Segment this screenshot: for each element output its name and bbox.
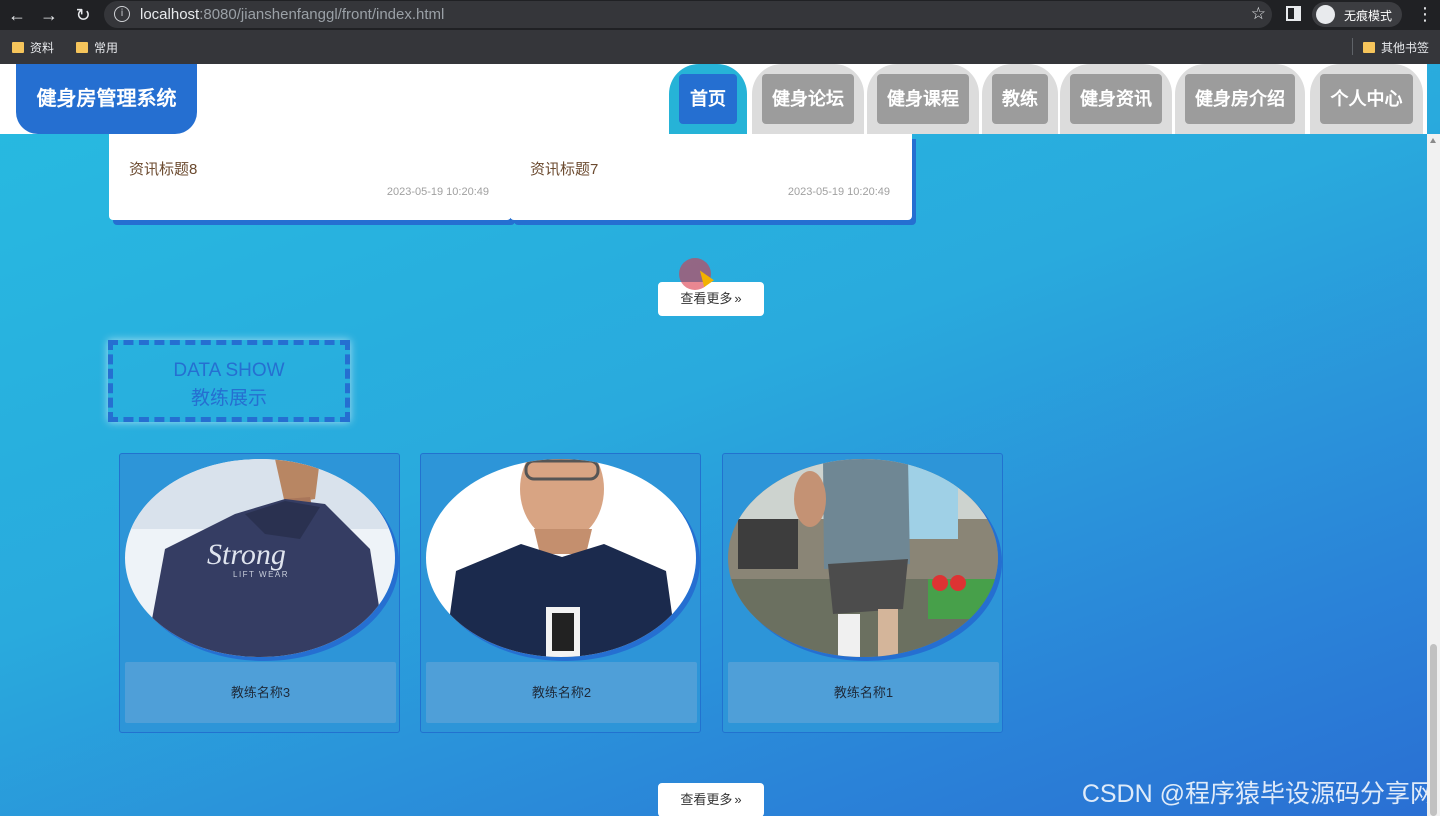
watermark: CSDN @程序猿毕设源码分享网 [1081,780,1435,808]
page-viewport: 资讯标题8 2023-05-19 10:20:49 资讯标题7 2023-05-… [0,64,1440,816]
folder-icon [12,41,24,53]
coach-name[interactable]: 教练名称1 [728,662,999,723]
page-scrollbar[interactable] [1427,134,1440,816]
incognito-icon [1316,5,1335,24]
section-title-coaches: DATA SHOW 教练展示 [108,340,350,422]
view-more-news-button[interactable]: 查看更多» [658,282,764,316]
news-card[interactable]: 资讯标题7 2023-05-19 10:20:49 [510,134,912,220]
site-header: 健身房管理系统 首页 健身论坛 健身课程 教练 健身资讯 健身房介绍 个人中心 [0,64,1427,134]
coach-photo[interactable]: Strong LIFT WEAR [125,459,395,657]
section-title-zh: 教练展示 [190,388,267,409]
tab-profile[interactable]: 个人中心 [1310,64,1423,134]
scrollbar-thumb[interactable] [1430,644,1437,816]
site-logo[interactable]: 健身房管理系统 [16,64,197,134]
other-bookmarks[interactable]: 其他书签 [1363,39,1429,55]
bookmark-folder[interactable]: 常用 [76,39,118,55]
incognito-label: 无痕模式 [1344,9,1393,23]
news-time: 2023-05-19 10:20:49 [386,186,489,198]
tab-courses[interactable]: 健身课程 [867,64,979,134]
bookmark-folder[interactable]: 资料 [12,39,54,55]
menu-icon[interactable]: ⋮ [1416,3,1434,25]
tab-coaches[interactable]: 教练 [982,64,1058,134]
tab-home[interactable]: 首页 [669,64,747,134]
bookmark-star-icon[interactable]: ☆ [1251,4,1266,24]
view-more-coaches-button[interactable]: 查看更多» [658,783,764,816]
coach-card[interactable]: 教练名称2 [420,453,701,733]
coach-card[interactable]: Strong LIFT WEAR 教练名称3 [119,453,400,733]
back-icon[interactable]: ← [6,4,28,26]
reload-icon[interactable]: ↻ [72,4,94,26]
news-time: 2023-05-19 10:20:49 [787,186,890,198]
scroll-up-icon[interactable] [1430,138,1436,143]
coach-name[interactable]: 教练名称2 [426,662,697,723]
double-chevron-right-icon: » [734,792,742,807]
news-title[interactable]: 资讯标题8 [129,158,197,179]
coach-photo[interactable] [728,459,998,657]
tab-forum[interactable]: 健身论坛 [752,64,864,134]
address-bar[interactable]: i localhost:8080/jianshenfanggl/front/in… [104,1,1272,28]
folder-icon [76,41,88,53]
incognito-badge[interactable]: 无痕模式 [1312,2,1402,27]
double-chevron-right-icon: » [734,291,742,306]
news-title[interactable]: 资讯标题7 [530,158,598,179]
tab-news[interactable]: 健身资讯 [1060,64,1172,134]
shirt-print: Strong [207,538,286,571]
folder-icon [1363,41,1375,53]
shirt-print-sub: LIFT WEAR [233,570,289,579]
bookmarks-bar: 资料 常用 其他书签 [0,30,1440,64]
forward-icon[interactable]: → [38,4,60,26]
side-panel-icon[interactable] [1286,6,1301,21]
coach-card[interactable]: 教练名称1 [722,453,1003,733]
tab-gym-intro[interactable]: 健身房介绍 [1175,64,1305,134]
browser-toolbar: ← → ↻ i localhost:8080/jianshenfanggl/fr… [0,0,1440,30]
url-text[interactable]: localhost:8080/jianshenfanggl/front/inde… [140,6,444,23]
news-card[interactable]: 资讯标题8 2023-05-19 10:20:49 [109,134,511,220]
info-icon[interactable]: i [114,6,130,22]
section-title-en: DATA SHOW [173,360,285,381]
coach-photo[interactable] [426,459,696,657]
coach-name[interactable]: 教练名称3 [125,662,396,723]
divider [1352,38,1353,55]
